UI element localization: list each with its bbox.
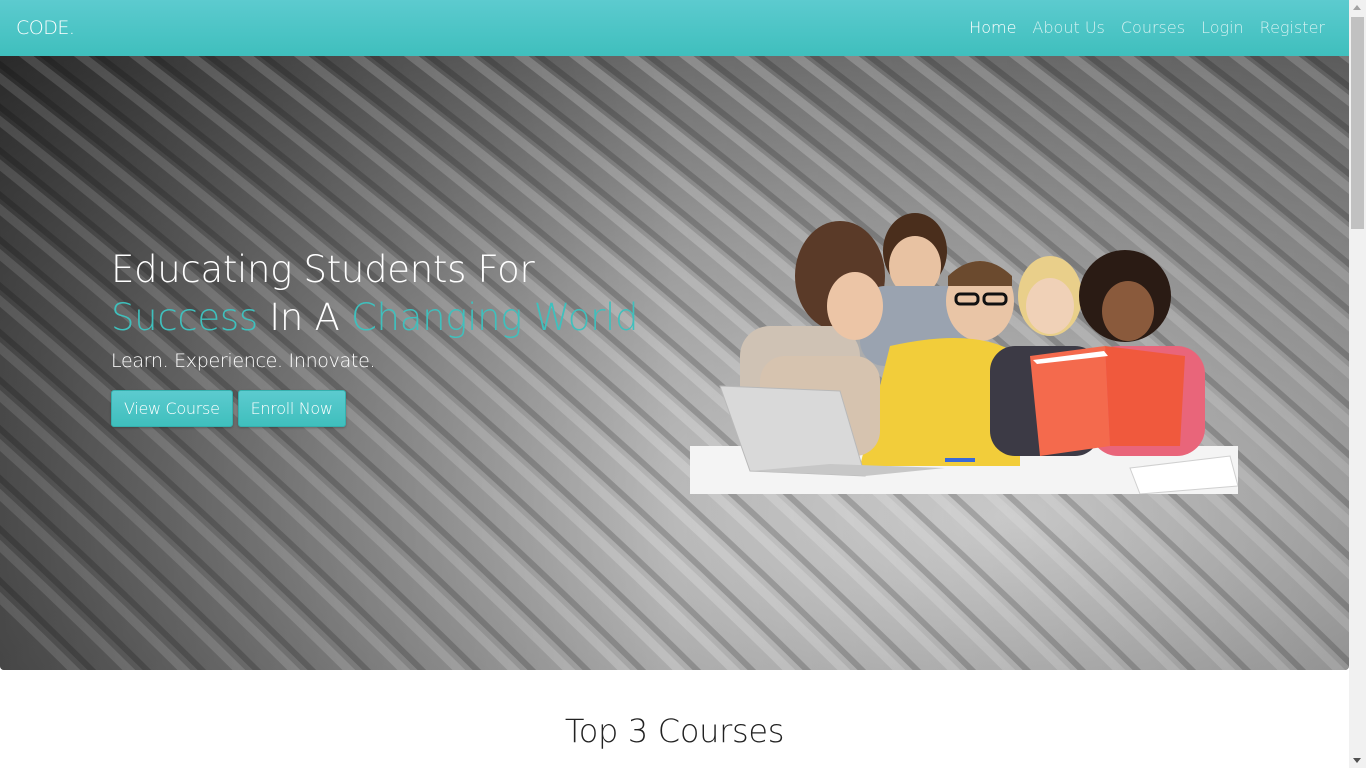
nav-link-courses[interactable]: Courses	[1113, 0, 1193, 56]
scroll-up-icon[interactable]	[1353, 5, 1361, 10]
brand-logo[interactable]: CODE.	[16, 17, 75, 39]
nav-links: Home About Us Courses Login Register	[961, 0, 1333, 56]
headline-line-2: Success In A Changing World	[111, 294, 638, 342]
headline-changing-world: Changing World	[351, 296, 639, 339]
hero-tagline: Learn. Experience. Innovate.	[111, 350, 376, 372]
nav-link-register[interactable]: Register	[1252, 0, 1333, 56]
navbar: CODE. Home About Us Courses Login Regist…	[0, 0, 1349, 56]
nav-link-login[interactable]: Login	[1193, 0, 1252, 56]
headline-success: Success	[111, 296, 258, 339]
scrollbar-thumb[interactable]	[1351, 17, 1364, 229]
view-course-button[interactable]: View Course	[111, 390, 233, 427]
section-title: Top 3 Courses	[564, 712, 785, 750]
nav-link-about-us[interactable]: About Us	[1024, 0, 1112, 56]
headline-line-1: Educating Students For	[111, 248, 535, 291]
scrollbar[interactable]	[1349, 0, 1366, 768]
scroll-down-icon[interactable]	[1353, 758, 1361, 763]
students-reading-photo	[690, 206, 1238, 494]
enroll-now-button[interactable]: Enroll Now	[237, 390, 346, 427]
hero-buttons: View Course Enroll Now	[111, 390, 638, 427]
hero-text: Educating Students For Success In A Chan…	[111, 246, 638, 427]
nav-link-home[interactable]: Home	[961, 0, 1024, 56]
headline-in-a: In A	[257, 296, 352, 339]
hero-section: Educating Students For Success In A Chan…	[0, 56, 1349, 670]
